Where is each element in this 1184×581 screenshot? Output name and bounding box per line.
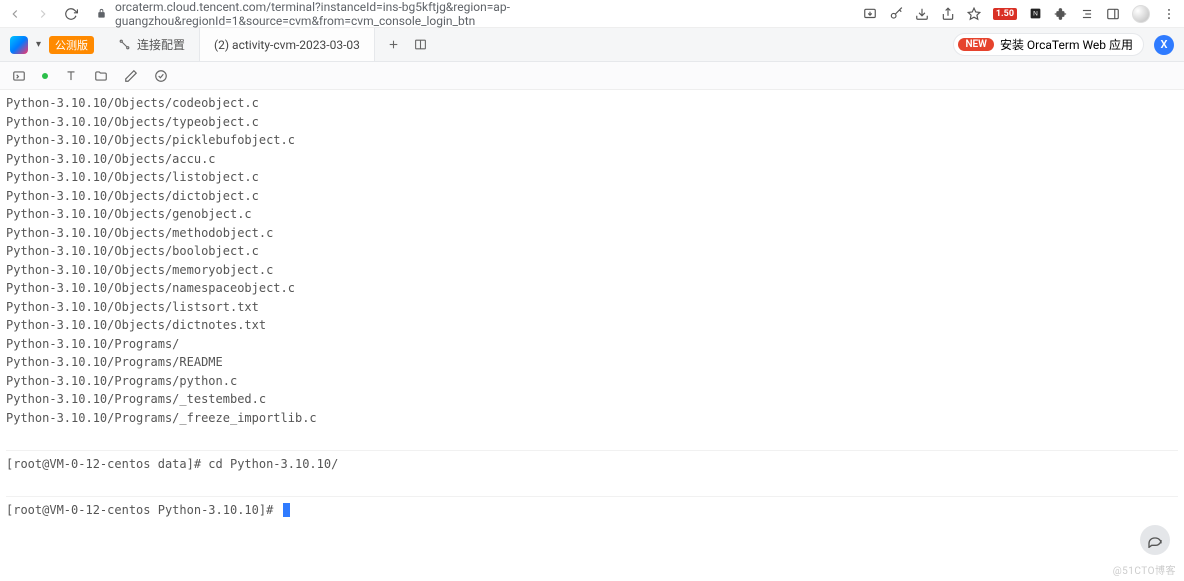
install-app-label: 安装 OrcaTerm Web 应用 (1000, 36, 1133, 53)
status-dot-icon (42, 73, 48, 79)
share-icon[interactable] (941, 7, 955, 21)
forward-icon[interactable] (36, 7, 50, 21)
chevron-down-icon[interactable]: ▾ (36, 39, 41, 50)
terminal-line: Python-3.10.10/Objects/listsort.txt (6, 298, 1178, 317)
terminal-prompt-1: [root@VM-0-12-centos data]# cd Python-3.… (6, 455, 1178, 474)
profile-avatar[interactable] (1132, 5, 1150, 23)
lock-icon (96, 8, 107, 19)
connection-config-button[interactable]: 连接配置 (104, 28, 200, 61)
key-icon[interactable] (889, 7, 903, 21)
terminal-output[interactable]: Python-3.10.10/Objects/codeobject.cPytho… (0, 90, 1184, 523)
cursor-icon (283, 503, 290, 517)
terminal-line: Python-3.10.10/Objects/genobject.c (6, 205, 1178, 224)
connection-config-label: 连接配置 (137, 36, 185, 53)
browser-toolbar: orcaterm.cloud.tencent.com/terminal?inst… (0, 0, 1184, 28)
terminal-line: Python-3.10.10/Objects/boolobject.c (6, 242, 1178, 261)
terminal-toolbar (0, 62, 1184, 90)
terminal-line: Python-3.10.10/Objects/listobject.c (6, 168, 1178, 187)
app-tab-bar: ▾ 公测版 连接配置 (2) activity-cvm-2023-03-03 N… (0, 28, 1184, 62)
chat-fab[interactable] (1140, 525, 1170, 555)
beta-badge: 公测版 (49, 36, 94, 54)
terminal-line: Python-3.10.10/Programs/python.c (6, 372, 1178, 391)
split-layout-icon[interactable] (414, 38, 427, 51)
terminal-line: Python-3.10.10/Objects/dictnotes.txt (6, 316, 1178, 335)
reading-list-icon[interactable] (1080, 7, 1094, 21)
terminal-line: Python-3.10.10/Objects/typeobject.c (6, 113, 1178, 132)
url-text: orcaterm.cloud.tencent.com/terminal?inst… (115, 0, 851, 28)
extensions-icon[interactable] (1054, 7, 1068, 21)
chat-icon (1147, 532, 1163, 548)
reload-icon[interactable] (64, 7, 78, 21)
tab-actions-group (375, 38, 439, 51)
sidepanel-icon[interactable] (1106, 7, 1120, 21)
terminal-line: Python-3.10.10/Objects/dictobject.c (6, 187, 1178, 206)
tab-activity-cvm[interactable]: (2) activity-cvm-2023-03-03 (200, 28, 375, 61)
terminal-line: Python-3.10.10/Objects/picklebufobject.c (6, 131, 1178, 150)
back-icon[interactable] (8, 7, 22, 21)
terminal-line: Python-3.10.10/Objects/methodobject.c (6, 224, 1178, 243)
address-bar[interactable]: orcaterm.cloud.tencent.com/terminal?inst… (90, 0, 851, 28)
download-icon[interactable] (915, 7, 929, 21)
app-right-actions: NEW 安装 OrcaTerm Web 应用 X (953, 33, 1184, 56)
terminal-line: Python-3.10.10/Programs/README (6, 353, 1178, 372)
command-icon[interactable] (12, 69, 26, 83)
app-brand-group: ▾ 公测版 (0, 36, 104, 54)
terminal-line: Python-3.10.10/Objects/codeobject.c (6, 94, 1178, 113)
terminal-prompt-2: [root@VM-0-12-centos Python-3.10.10]# (6, 501, 1178, 520)
star-icon[interactable] (967, 7, 981, 21)
terminal-line: Python-3.10.10/Programs/ (6, 335, 1178, 354)
text-tool-icon[interactable] (64, 69, 78, 83)
close-badge[interactable]: X (1154, 35, 1174, 55)
terminal-line: Python-3.10.10/Programs/_testembed.c (6, 390, 1178, 409)
edit-icon[interactable] (124, 69, 138, 83)
connection-icon (118, 38, 131, 51)
terminal-line: Python-3.10.10/Objects/accu.c (6, 150, 1178, 169)
browser-actions: 1.50 N (863, 5, 1176, 23)
tab-label: (2) activity-cvm-2023-03-03 (214, 38, 360, 52)
new-badge: NEW (958, 38, 994, 51)
terminal-line: Python-3.10.10/Objects/namespaceobject.c (6, 279, 1178, 298)
extension-badge[interactable]: 1.50 (993, 8, 1017, 20)
kebab-menu-icon[interactable] (1162, 7, 1176, 21)
extension-n-icon[interactable]: N (1029, 7, 1042, 20)
browser-nav-group (8, 7, 78, 21)
svg-text:N: N (1033, 11, 1038, 18)
check-circle-icon[interactable] (154, 69, 168, 83)
new-tab-icon[interactable] (387, 38, 400, 51)
install-app-icon[interactable] (863, 7, 877, 21)
terminal-line: Python-3.10.10/Objects/memoryobject.c (6, 261, 1178, 280)
terminal-line: Python-3.10.10/Programs/_freeze_importli… (6, 409, 1178, 428)
app-logo-icon[interactable] (10, 36, 28, 54)
watermark-text: @51CTO博客 (1113, 562, 1176, 577)
folder-icon[interactable] (94, 69, 108, 83)
install-app-pill[interactable]: NEW 安装 OrcaTerm Web 应用 (953, 33, 1144, 56)
